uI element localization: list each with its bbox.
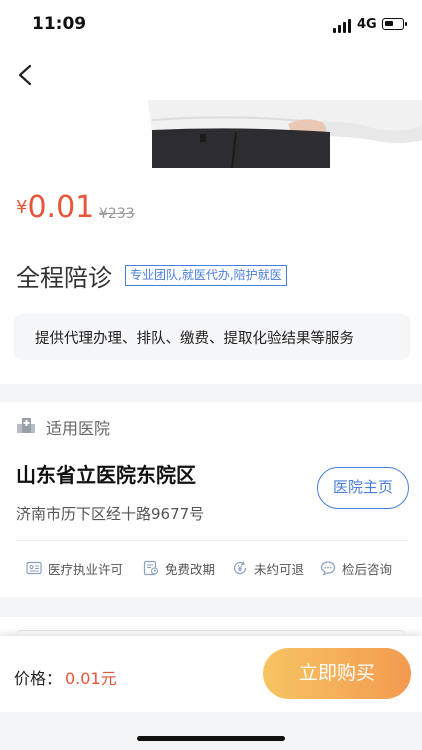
current-price: ¥0.01 [16, 190, 94, 225]
product-image [0, 100, 422, 168]
chevron-left-icon [18, 64, 32, 86]
battery-icon [382, 18, 407, 30]
chat-icon [320, 561, 336, 576]
network-type: 4G [357, 17, 377, 32]
home-indicator-area [0, 712, 422, 750]
reschedule-icon [143, 560, 159, 576]
status-bar: 11:09 4G [0, 0, 422, 52]
original-price: ¥233 [99, 206, 135, 222]
bottom-purchase-bar: 价格： 0.01元 立即购买 [0, 636, 422, 712]
hospital-name: 山东省立医院东院区 [16, 463, 196, 487]
signal-icon [333, 19, 353, 33]
currency-symbol: ¥ [16, 197, 28, 218]
hospital-homepage-button[interactable]: 医院主页 [317, 467, 409, 509]
service-tag: 专业团队,就医代办,陪护就医 [125, 265, 287, 286]
back-button[interactable] [12, 60, 42, 90]
buy-now-button[interactable]: 立即购买 [263, 648, 411, 699]
feature-list: 医疗执业许可 免费改期 未约可退 检后咨询 [0, 555, 422, 581]
section-divider [0, 597, 422, 617]
service-title: 全程陪诊 [16, 264, 112, 292]
refund-icon [233, 561, 247, 575]
license-icon [26, 561, 42, 575]
price-value: 0.01 [27, 190, 95, 225]
service-description-text: 提供代理办理、排队、缴费、提取化验结果等服务 [35, 331, 354, 347]
service-description: 提供代理办理、排队、缴费、提取化验结果等服务 [14, 314, 410, 360]
features-divider [16, 540, 408, 541]
hospital-icon [17, 418, 35, 433]
home-indicator[interactable] [137, 736, 285, 741]
status-time: 11:09 [32, 14, 87, 34]
hospital-address: 济南市历下区经十路9677号 [16, 505, 205, 523]
bottom-price-label: 价格： [14, 669, 63, 688]
hospital-section-label: 适用医院 [46, 419, 111, 438]
section-divider [0, 384, 422, 402]
bottom-price-value: 0.01元 [65, 669, 117, 688]
